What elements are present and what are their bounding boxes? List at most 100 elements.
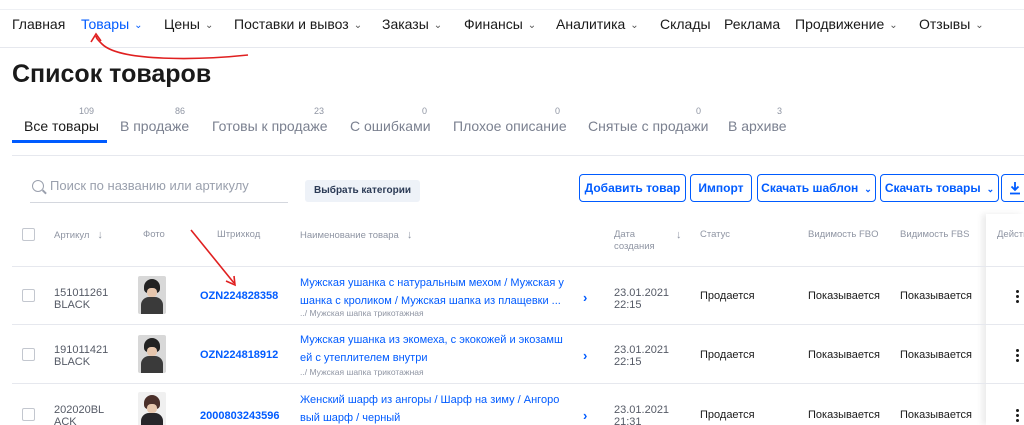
sku-cell: 191011421 BLACK xyxy=(54,344,109,368)
chevron-right-icon[interactable]: › xyxy=(583,408,587,423)
import-button[interactable]: Импорт xyxy=(690,174,752,202)
column-header-fbs: Видимость FBS xyxy=(900,229,970,240)
product-name-link[interactable]: Мужская ушанка с натуральным мехом / Муж… xyxy=(300,274,585,310)
column-header-status: Статус xyxy=(700,229,731,240)
column-header-name[interactable]: Наименование товара ↓ xyxy=(300,229,412,242)
tab-on-sale[interactable]: В продаже xyxy=(120,118,189,134)
product-photo[interactable] xyxy=(138,335,166,373)
column-header-date[interactable]: Дата создания xyxy=(614,229,655,253)
nav-item-prices[interactable]: Цены ⌄ xyxy=(164,16,213,32)
row-checkbox[interactable] xyxy=(22,289,35,302)
tab-with-errors[interactable]: С ошибками xyxy=(350,118,431,134)
status-text: Продается xyxy=(700,409,755,421)
nav-item-finance[interactable]: Финансы ⌄ xyxy=(464,16,536,32)
row-checkbox[interactable] xyxy=(22,348,35,361)
export-button[interactable] xyxy=(1001,174,1024,202)
nav-item-supplies[interactable]: Поставки и вывоз ⌄ xyxy=(234,16,362,32)
row-divider xyxy=(12,324,1024,325)
product-name-link[interactable]: Мужская ушанка из экомеха, с экокожей и … xyxy=(300,331,585,367)
fbs-visibility: Показывается xyxy=(900,409,972,421)
chevron-down-icon: ⌄ xyxy=(204,20,214,31)
tab-count: 86 xyxy=(175,106,186,116)
chevron-down-icon: ⌄ xyxy=(630,20,639,31)
search-icon xyxy=(32,180,44,192)
status-text: Продается xyxy=(700,290,755,302)
download-template-button[interactable]: Скачать шаблон ⌄ xyxy=(757,174,876,202)
column-header-fbo: Видимость FBO xyxy=(808,229,879,240)
select-categories-button[interactable]: Выбрать категории xyxy=(305,180,421,202)
column-header-photo: Фото xyxy=(143,229,165,240)
tab-count: 3 xyxy=(777,106,783,116)
nav-item-analytics[interactable]: Аналитика ⌄ xyxy=(556,16,639,32)
row-divider xyxy=(12,383,1024,384)
status-text: Продается xyxy=(700,349,755,361)
more-actions-icon[interactable] xyxy=(1016,409,1020,423)
fbo-visibility: Показывается xyxy=(808,409,880,421)
nav-item-products[interactable]: Товары ⌄ xyxy=(81,16,143,32)
fbs-visibility: Показывается xyxy=(900,349,972,361)
nav-item-orders[interactable]: Заказы ⌄ xyxy=(382,16,442,32)
nav-item-warehouses[interactable]: Склады xyxy=(660,16,711,32)
top-navigation: Главная Товары ⌄ Цены ⌄ Поставки и вывоз ⌄ … xyxy=(0,0,1024,48)
more-actions-icon[interactable] xyxy=(1016,349,1020,363)
row-checkbox[interactable] xyxy=(22,408,35,421)
search-input[interactable] xyxy=(50,178,285,193)
sort-arrow-icon[interactable]: ↓ xyxy=(676,229,682,241)
category-path: ../ Мужская шапка трикотажная xyxy=(300,367,424,377)
nav-item-promotion[interactable]: Продвижение ⌄ xyxy=(795,16,898,32)
nav-item-ads[interactable]: Реклама xyxy=(724,16,780,32)
chevron-down-icon: ⌄ xyxy=(889,20,898,31)
tab-count: 109 xyxy=(79,106,95,116)
tab-count: 23 xyxy=(314,106,325,116)
table-header-divider xyxy=(12,266,1024,267)
chevron-down-icon: ⌄ xyxy=(986,184,995,194)
chevron-down-icon: ⌄ xyxy=(353,20,363,31)
product-photo[interactable] xyxy=(138,276,166,314)
sort-arrow-icon: ↓ xyxy=(97,229,103,241)
column-header-barcode: Штрихкод xyxy=(217,229,261,240)
barcode-link[interactable]: OZN224818912 xyxy=(200,349,278,361)
page-title: Список товаров xyxy=(12,60,212,88)
nav-item-home[interactable]: Главная xyxy=(12,16,65,32)
column-header-actions: Действия xyxy=(997,229,1024,240)
sku-cell: 202020BL ACK xyxy=(54,404,105,425)
barcode-link[interactable]: OZN224828358 xyxy=(200,290,278,302)
panel-divider xyxy=(12,155,1024,156)
chevron-down-icon: ⌄ xyxy=(864,184,872,194)
tab-bad-description[interactable]: Плохое описание xyxy=(453,118,567,134)
download-products-button[interactable]: Скачать товары ⌄ xyxy=(880,174,999,202)
tab-removed-from-sale[interactable]: Снятые с продажи xyxy=(588,118,708,134)
tab-count: 0 xyxy=(696,106,702,116)
created-date: 23.01.2021 22:15 xyxy=(614,287,670,311)
column-header-sku[interactable]: Артикул ↓ xyxy=(54,229,103,242)
tab-count: 0 xyxy=(555,106,561,116)
tab-count: 0 xyxy=(422,106,428,116)
search-box xyxy=(30,175,288,203)
created-date: 23.01.2021 22:15 xyxy=(614,344,670,368)
fbo-visibility: Показывается xyxy=(808,349,880,361)
actions-column xyxy=(986,214,1024,425)
category-path: ../ Мужская шапка трикотажная xyxy=(300,308,424,318)
chevron-right-icon[interactable]: › xyxy=(583,290,587,305)
chevron-down-icon: ⌄ xyxy=(527,20,537,31)
select-all-checkbox[interactable] xyxy=(22,228,35,241)
fbs-visibility: Показывается xyxy=(900,290,972,302)
product-name-link[interactable]: Женский шарф из ангоры / Шарф на зиму / … xyxy=(300,391,585,425)
chevron-down-icon: ⌄ xyxy=(134,20,143,31)
tab-all-products[interactable]: Все товары xyxy=(24,118,99,134)
download-icon xyxy=(1010,182,1020,195)
barcode-link[interactable]: 2000803243596 xyxy=(200,410,280,422)
fbo-visibility: Показывается xyxy=(808,290,880,302)
nav-item-reviews[interactable]: Отзывы ⌄ xyxy=(919,16,984,32)
sku-cell: 151011261 BLACK xyxy=(54,287,109,311)
active-tab-indicator xyxy=(12,140,107,143)
add-product-button[interactable]: Добавить товар xyxy=(579,174,686,202)
product-photo[interactable] xyxy=(138,392,166,425)
tab-archive[interactable]: В архиве xyxy=(728,118,787,134)
sort-arrow-icon: ↓ xyxy=(406,229,413,241)
chevron-down-icon: ⌄ xyxy=(975,20,984,31)
more-actions-icon[interactable] xyxy=(1016,290,1020,304)
tab-ready-for-sale[interactable]: Готовы к продаже xyxy=(212,118,328,134)
chevron-right-icon[interactable]: › xyxy=(583,348,587,363)
created-date: 23.01.2021 21:31 xyxy=(614,404,670,425)
